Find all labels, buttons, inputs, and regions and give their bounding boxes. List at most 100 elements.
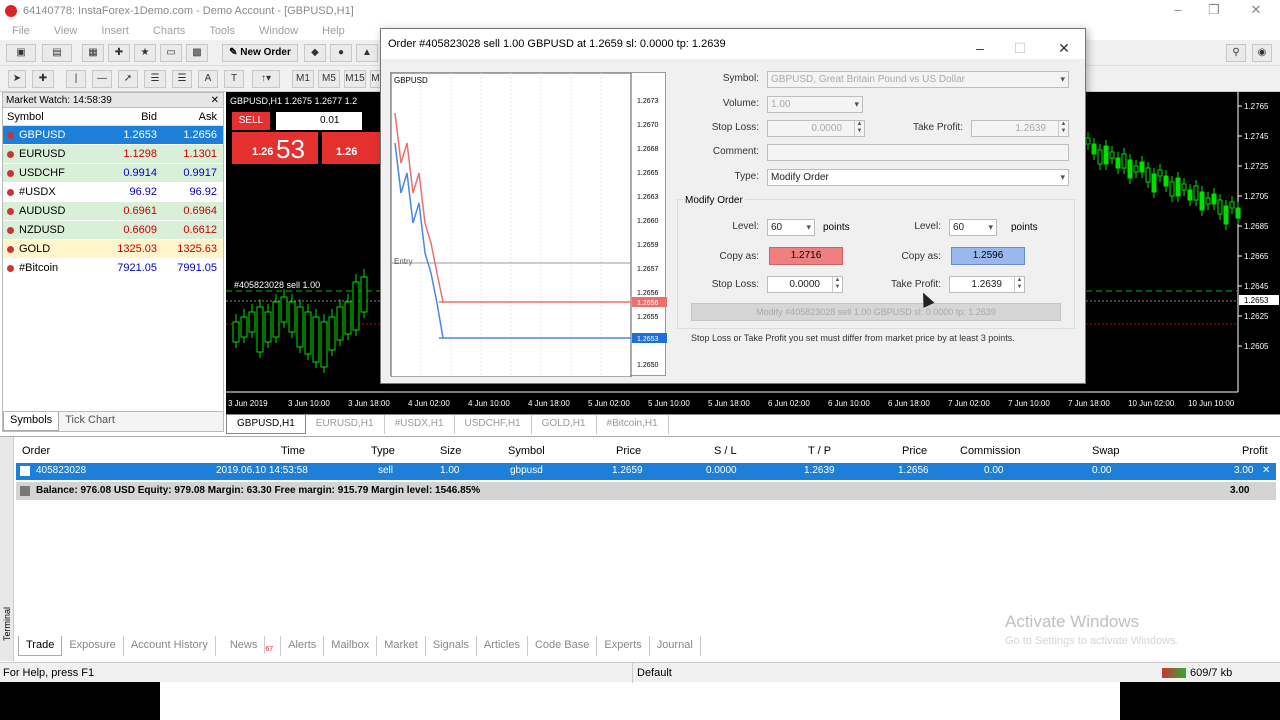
- trendline-icon[interactable]: ➚: [118, 70, 138, 88]
- chart-tab-eurusd[interactable]: EURUSD,H1: [306, 415, 385, 434]
- market-watch-row[interactable]: #Bitcoin 7921.05 7991.05: [3, 259, 223, 278]
- modify-order-button[interactable]: Modify #405823028 sell 1.00 GBPUSD sl: 0…: [691, 303, 1061, 321]
- vertical-line-icon[interactable]: |: [66, 70, 86, 88]
- horizontal-line-icon[interactable]: —: [92, 70, 112, 88]
- minimize-button[interactable]: –: [1158, 2, 1198, 20]
- dialog-close-button[interactable]: ✕: [1049, 33, 1079, 56]
- modify-sl-input[interactable]: 0.0000 ▲ ▼: [767, 276, 843, 293]
- timeframe-m1[interactable]: M1: [292, 70, 314, 88]
- one-click-sell-button[interactable]: SELL: [232, 112, 270, 130]
- modify-sl-spinner[interactable]: ▲ ▼: [832, 277, 842, 292]
- col-tp[interactable]: T / P: [808, 445, 831, 457]
- lot-size-input[interactable]: 0.01: [276, 112, 362, 130]
- chart-tab-usdx[interactable]: #USDX,H1: [385, 415, 455, 434]
- chart-tab-bitcoin[interactable]: #Bitcoin,H1: [597, 415, 669, 434]
- menu-tools[interactable]: Tools: [197, 25, 247, 37]
- market-watch-row[interactable]: AUDUSD 0.6961 0.6964: [3, 202, 223, 221]
- cursor-icon[interactable]: ➤: [8, 70, 26, 88]
- col-profit[interactable]: Profit: [1242, 445, 1268, 457]
- tab-articles[interactable]: Articles: [477, 636, 528, 656]
- tab-tick-chart[interactable]: Tick Chart: [59, 412, 121, 431]
- market-watch-row[interactable]: USDCHF 0.9914 0.9917: [3, 164, 223, 183]
- metaeditor-icon[interactable]: ▲: [356, 44, 378, 62]
- col-type[interactable]: Type: [371, 445, 395, 457]
- market-watch-row[interactable]: GOLD 1325.03 1325.63: [3, 240, 223, 259]
- market-watch-row[interactable]: EURUSD 1.1298 1.1301: [3, 145, 223, 164]
- col-ask[interactable]: Ask: [159, 108, 221, 125]
- autotrading-icon[interactable]: ◆: [304, 44, 326, 62]
- tab-signals[interactable]: Signals: [426, 636, 477, 656]
- tab-alerts[interactable]: Alerts: [281, 636, 325, 656]
- sl-copy-button[interactable]: 1.2716: [769, 247, 843, 265]
- tab-trade[interactable]: Trade: [18, 636, 63, 656]
- buy-price-box[interactable]: 1.26: [322, 132, 380, 164]
- market-watch-row[interactable]: #USDX 96.92 96.92: [3, 183, 223, 202]
- menu-file[interactable]: File: [0, 25, 42, 37]
- col-order[interactable]: Order: [22, 445, 50, 457]
- tab-market[interactable]: Market: [377, 636, 426, 656]
- comment-input[interactable]: [767, 144, 1069, 161]
- menu-insert[interactable]: Insert: [89, 25, 141, 37]
- col-time[interactable]: Time: [281, 445, 305, 457]
- col-symbol[interactable]: Symbol: [508, 445, 545, 457]
- modify-tp-input[interactable]: 1.2639 ▲ ▼: [949, 276, 1025, 293]
- col-commission[interactable]: Commission: [960, 445, 1021, 457]
- stop-loss-input[interactable]: 0.0000 ▲ ▼: [767, 120, 865, 137]
- take-profit-input[interactable]: 1.2639 ▲ ▼: [971, 120, 1069, 137]
- chart-tab-usdchf[interactable]: USDCHF,H1: [455, 415, 532, 434]
- menu-charts[interactable]: Charts: [141, 25, 197, 37]
- tp-level-select[interactable]: 60 ▾: [949, 219, 997, 236]
- timeframe-m15[interactable]: M15: [344, 70, 366, 88]
- tab-exposure[interactable]: Exposure: [62, 636, 124, 656]
- dialog-maximize-button[interactable]: ☐: [1005, 33, 1035, 56]
- sl-level-select[interactable]: 60 ▾: [767, 219, 815, 236]
- menu-help[interactable]: Help: [310, 25, 357, 37]
- market-watch-icon[interactable]: ▦: [82, 44, 104, 62]
- tab-mailbox[interactable]: Mailbox: [324, 636, 378, 656]
- modify-tp-spinner[interactable]: ▲ ▼: [1014, 277, 1024, 292]
- col-bid[interactable]: Bid: [115, 108, 159, 125]
- order-row-selected[interactable]: 405823028 2019.06.10 14:53:58 sell 1.00 …: [16, 463, 1276, 480]
- col-current-price[interactable]: Price: [902, 445, 927, 457]
- signals-icon[interactable]: ●: [330, 44, 352, 62]
- channel-icon[interactable]: ☰: [172, 70, 192, 88]
- navigator-icon[interactable]: ★: [134, 44, 156, 62]
- tab-experts[interactable]: Experts: [597, 636, 650, 656]
- terminal-icon[interactable]: ▭: [160, 44, 182, 62]
- new-chart-icon[interactable]: ▣: [6, 44, 36, 62]
- label-tool-icon[interactable]: T: [224, 70, 244, 88]
- timeframe-m5[interactable]: M5: [318, 70, 340, 88]
- profiles-icon[interactable]: ▤: [42, 44, 72, 62]
- tab-news[interactable]: News 67: [216, 636, 282, 656]
- menu-view[interactable]: View: [42, 25, 90, 37]
- chart-tab-gold[interactable]: GOLD,H1: [532, 415, 597, 434]
- tester-icon[interactable]: ▩: [186, 44, 208, 62]
- symbol-select[interactable]: GBPUSD, Great Britain Pound vs US Dollar…: [767, 71, 1069, 88]
- tp-copy-button[interactable]: 1.2596: [951, 247, 1025, 265]
- new-order-button[interactable]: ✎ New Order: [222, 44, 298, 62]
- community-icon[interactable]: ◉: [1252, 44, 1272, 62]
- text-tool-icon[interactable]: A: [198, 70, 218, 88]
- arrows-tool-icon[interactable]: ↑▾: [252, 70, 280, 88]
- col-size[interactable]: Size: [440, 445, 461, 457]
- col-sl[interactable]: S / L: [714, 445, 737, 457]
- tab-journal[interactable]: Journal: [650, 636, 701, 656]
- restore-button[interactable]: ❐: [1194, 2, 1234, 20]
- menu-window[interactable]: Window: [247, 25, 310, 37]
- order-type-select[interactable]: Modify Order ▾: [767, 169, 1069, 186]
- close-order-icon[interactable]: ✕: [1262, 465, 1270, 476]
- crosshair-icon[interactable]: ✚: [108, 44, 130, 62]
- tab-code-base[interactable]: Code Base: [528, 636, 598, 656]
- close-panel-icon[interactable]: ✕: [211, 93, 219, 108]
- market-watch-row[interactable]: NZDUSD 0.6609 0.6612: [3, 221, 223, 240]
- col-price[interactable]: Price: [616, 445, 641, 457]
- col-swap[interactable]: Swap: [1092, 445, 1120, 457]
- chart-tab-gbpusd[interactable]: GBPUSD,H1: [226, 415, 306, 434]
- tab-account-history[interactable]: Account History: [124, 636, 216, 656]
- dialog-minimize-button[interactable]: –: [965, 33, 995, 56]
- take-profit-spinner[interactable]: ▲ ▼: [1058, 121, 1068, 136]
- close-window-button[interactable]: ✕: [1236, 2, 1276, 20]
- stop-loss-spinner[interactable]: ▲ ▼: [854, 121, 864, 136]
- fibo-icon[interactable]: ☰: [144, 70, 166, 88]
- tab-symbols[interactable]: Symbols: [3, 412, 60, 431]
